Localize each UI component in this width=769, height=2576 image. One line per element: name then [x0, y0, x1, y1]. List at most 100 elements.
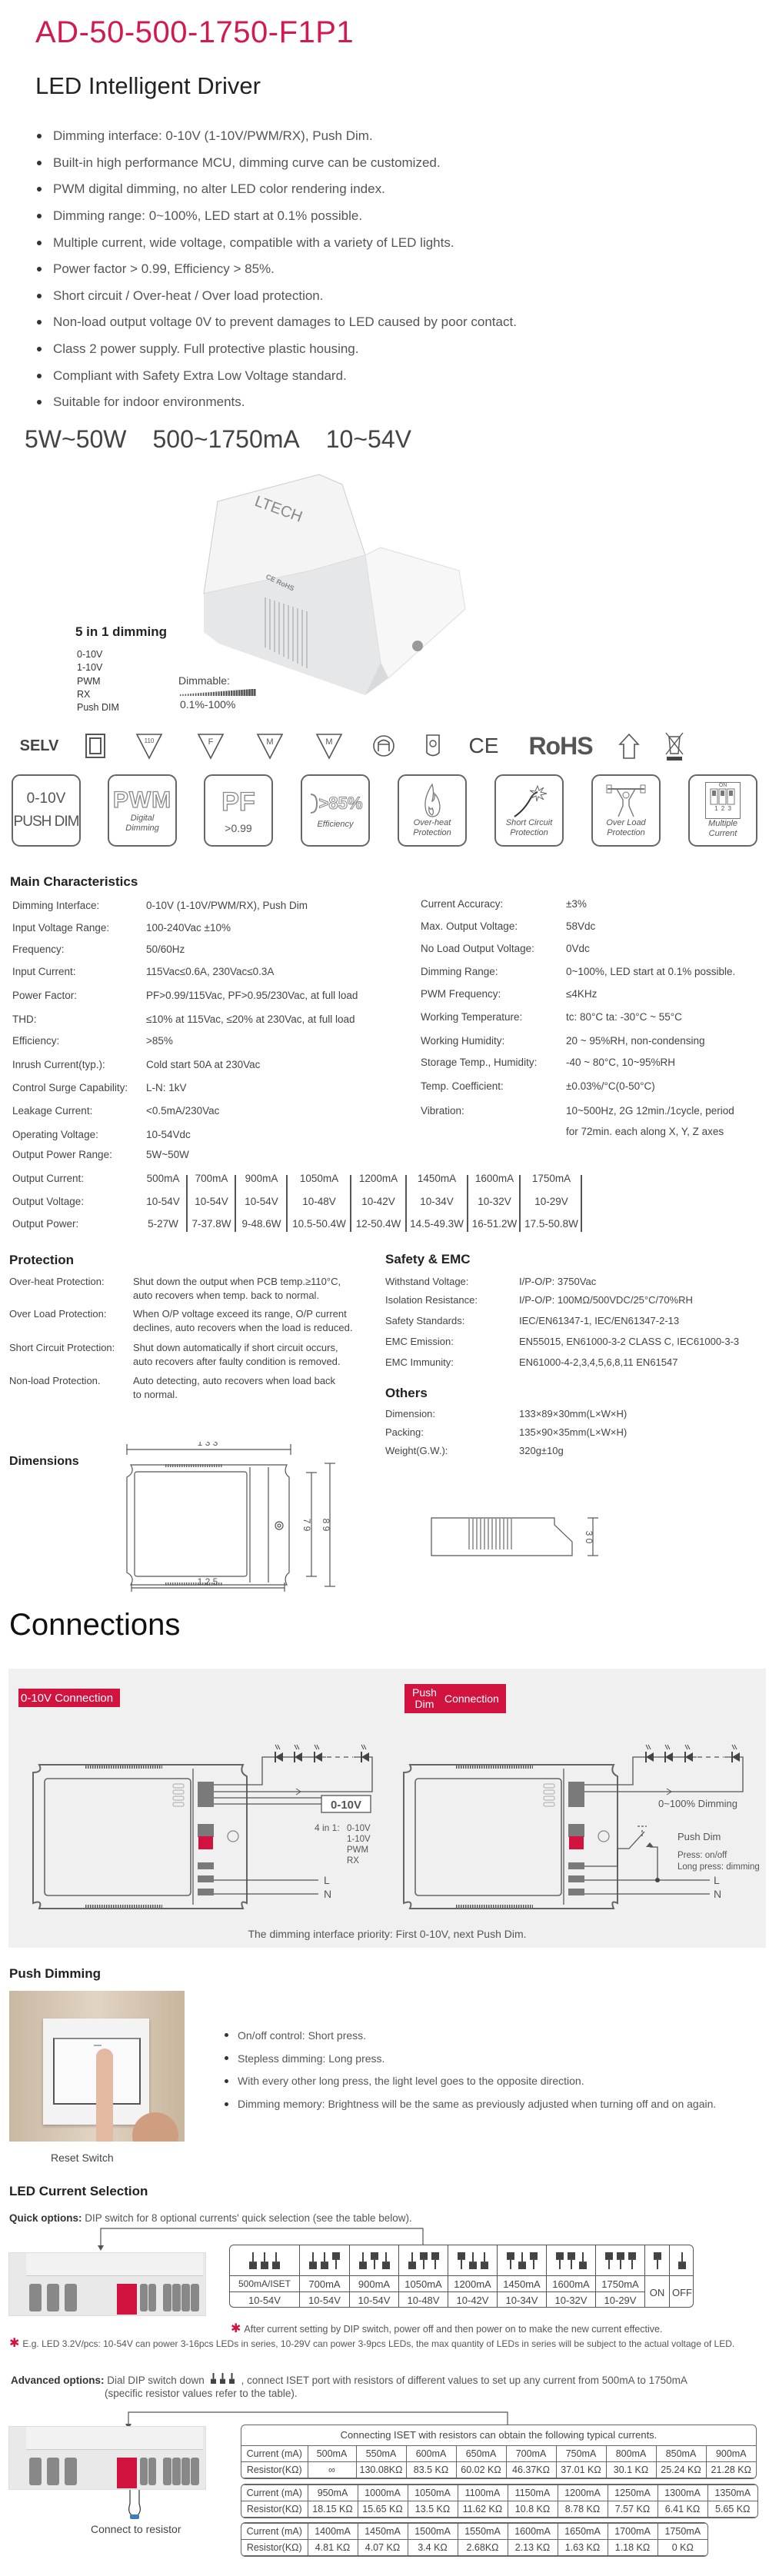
spec-label: Operating Voltage:: [12, 1129, 98, 1140]
dip-current-table: 500mA/ISET 10-54V 700mA 10-54V 900mA 10-54V 10…: [229, 2245, 694, 2308]
terminal-block: [568, 1794, 584, 1801]
port-label: [172, 1802, 185, 1807]
spec-label: Inrush Current(typ.):: [12, 1059, 105, 1070]
four-in-one-label: 4 in 1:: [315, 1822, 340, 1833]
driver-panel: [44, 1778, 191, 1896]
output-row-label: Output Voltage:: [12, 1196, 85, 1207]
terminal-block: [198, 1794, 214, 1801]
row-label: Current (mA): [241, 2523, 308, 2540]
dimensions-title: Dimensions: [9, 1455, 79, 1468]
dip-note: ✱ After current setting by DIP switch, po…: [231, 2321, 662, 2336]
dimmable-gradient-bar: [180, 689, 256, 696]
output-power-cell: 5-27W: [148, 1218, 178, 1230]
dip-lever-off-icon: [361, 2252, 364, 2261]
resistor-cell: 11.62 KΩ: [457, 2501, 508, 2518]
dimmable-bar-tick: [225, 691, 228, 696]
output-current-cell: 500mA: [146, 1173, 180, 1184]
dip-on-label: ON: [718, 783, 727, 788]
current-cell: 650mA: [455, 2445, 507, 2462]
terminal-screw: [65, 2458, 77, 2485]
terminal-screw: [29, 2458, 42, 2485]
spec-label: Dimming Range:: [421, 966, 498, 977]
bullet-icon: [37, 214, 42, 219]
terminal-block: [568, 1788, 584, 1795]
dimmable-bar-tick: [248, 689, 251, 696]
dip-pattern-icon: [457, 2252, 488, 2269]
mode-item: 0-10V: [77, 649, 103, 660]
tile-caption: Digital: [130, 814, 155, 823]
output-power-cell: 14.5-49.3W: [410, 1218, 464, 1230]
output-voltage-cell: 10-54V: [245, 1196, 278, 1207]
dimmable-bar-tick: [212, 691, 215, 696]
led-diode-icon: [275, 1752, 283, 1762]
tile-value: >85%: [318, 793, 363, 813]
current-cell: 1550mA: [457, 2523, 508, 2540]
others-title: Others: [385, 1386, 428, 1400]
safety-label: Withstand Voltage:: [385, 1276, 469, 1287]
row-label: Current (mA): [241, 2445, 308, 2462]
dimmable-bar-tick: [208, 692, 210, 696]
dip-current-cell: 1750mA: [596, 2276, 644, 2292]
bullet-icon: [37, 134, 42, 139]
dimmable-bar-tick: [210, 692, 212, 696]
feature-text: PWM digital dimming, no alter LED color …: [53, 181, 385, 197]
dim-height-label: 3 0: [584, 1531, 594, 1544]
push-dim-label: Push Dim: [677, 1831, 721, 1842]
port-label: [543, 1802, 555, 1807]
spec-value: 5W~50W: [146, 1149, 189, 1160]
port-label: [172, 1789, 185, 1795]
dip-legend-icon: [653, 2252, 661, 2269]
dip-switch-icon: ON 1 2 3: [705, 782, 741, 819]
dip-current-cell: 1450mA: [498, 2276, 546, 2292]
advanced-options-text-2: (specific resistor values refer to the t…: [105, 2388, 298, 2399]
connections-title: Connections: [9, 1608, 181, 1642]
terminal-block: [198, 1889, 214, 1895]
port-label: [172, 1783, 185, 1789]
connection-diagrams-panel: 0-10V Connection Push Dim Connection 0-10…: [8, 1669, 766, 1948]
feature-item: Non-load output voltage 0V to prevent da…: [37, 309, 517, 336]
feature-list: Dimming interface: 0-10V (1-10V/PWM/RX),…: [37, 123, 517, 416]
output-column-divider: [581, 1175, 582, 1232]
dip-lever-on-icon: [653, 2252, 661, 2260]
table-row: Resistor(KΩ) 4.81 KΩ 4.07 KΩ 3.4 KΩ 2.68KΩ 2.…: [241, 2539, 707, 2556]
dip-lever-on-icon: [616, 2252, 624, 2260]
dip-lever-off-icon: [252, 2252, 254, 2261]
dip-lever-off-icon: [471, 2252, 474, 2261]
terminal-screw: [140, 2458, 148, 2485]
feature-item: Dimming interface: 0-10V (1-10V/PWM/RX),…: [37, 123, 517, 150]
resistor-cell: 130.08KΩ: [355, 2461, 407, 2478]
dip-pattern-cell: [596, 2245, 644, 2276]
dimmable-bar-tick: [235, 690, 238, 696]
protection-label: Non-load Protection.: [9, 1375, 101, 1386]
product-subtitle: LED Intelligent Driver: [35, 72, 261, 99]
resistor-cell: 4.07 KΩ: [357, 2539, 408, 2556]
line-n-label: N: [714, 1888, 721, 1900]
resistor-cell: 1.63 KΩ: [557, 2539, 608, 2556]
spec-value: L-N: 1kV: [146, 1082, 187, 1093]
tile-caption: Over-heat: [413, 818, 451, 827]
asterisk-icon: ✱: [231, 2322, 241, 2335]
independent-control-gear-icon: [372, 729, 395, 763]
mount-hole: [227, 1830, 239, 1842]
reset-switch-photo: [9, 1991, 185, 2142]
led-diode-icon: [361, 1752, 369, 1762]
terminal-screw: [163, 2284, 171, 2311]
spec-value: 20 ~ 95%RH, non-condensing: [566, 1035, 705, 1047]
feature-item: Short circuit / Over-heat / Over load pr…: [37, 283, 517, 310]
svg-text:110: 110: [145, 737, 155, 744]
dip-switch: [117, 2458, 137, 2488]
resistor-table: Current (mA) 1400mA 1450mA 1500mA 1550mA 1600…: [241, 2522, 708, 2557]
resistor-table-grid: Current (mA) 1400mA 1450mA 1500mA 1550mA 1600…: [241, 2523, 707, 2556]
terminal-screw: [191, 2284, 199, 2311]
dip-current-cell: 900mA: [350, 2276, 398, 2292]
port-label: [543, 1796, 555, 1801]
output-voltage-cell: 10-48V: [302, 1196, 336, 1207]
protection-desc: Auto detecting, auto recovers when load …: [133, 1375, 336, 1386]
dip-voltage-cell: 10-54V: [358, 2295, 391, 2306]
current-cell: 550mA: [355, 2445, 407, 2462]
mount-hole: [598, 1830, 610, 1842]
dip-lever-off-icon: [275, 2252, 277, 2261]
tile-caption: Protection: [413, 828, 451, 837]
protection-desc: to normal.: [133, 1389, 178, 1400]
power-range: 5W~50W: [25, 425, 127, 453]
